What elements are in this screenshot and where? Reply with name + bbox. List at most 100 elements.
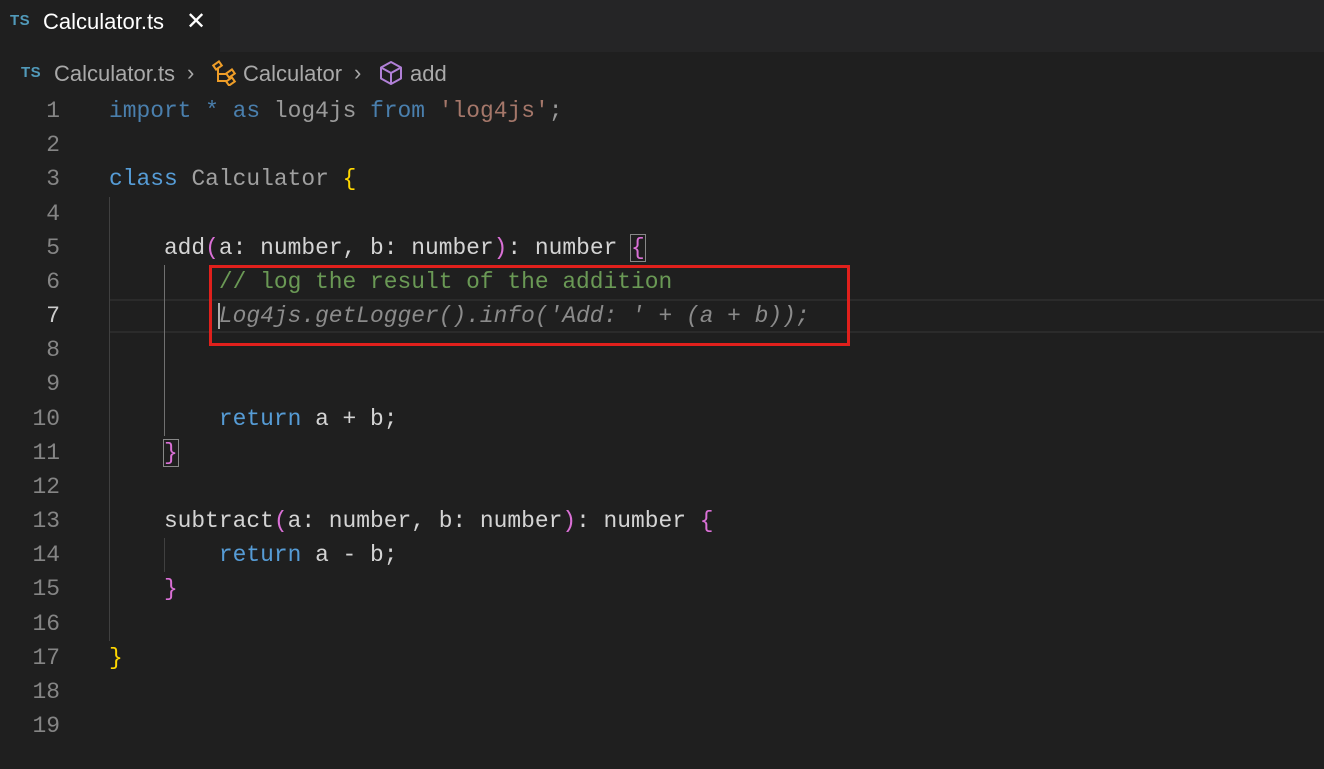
breadcrumb-item-method[interactable]: add (410, 61, 447, 87)
highlight-annotation-box (209, 265, 850, 346)
code-token: * (205, 98, 219, 124)
code-line[interactable]: 1 import * as log4js from 'log4js'; (0, 94, 1324, 128)
breadcrumb-separator: › (187, 60, 195, 85)
line-number: 4 (46, 200, 60, 227)
code-token: : number (507, 234, 632, 261)
line-number: 9 (46, 371, 60, 398)
code-token: subtract (109, 508, 274, 535)
code-token: { (699, 508, 714, 535)
typescript-file-icon: TS (21, 64, 42, 81)
line-number: 18 (32, 678, 60, 705)
code-editor[interactable]: 1 import * as log4js from 'log4js'; 2 3 clas… (0, 94, 1324, 769)
code-token: a + b; (301, 405, 398, 432)
code-token: 'log4js' (438, 98, 549, 124)
code-token: return (218, 405, 302, 432)
tab-calculator-ts[interactable]: TS Calculator.ts ✕ (0, 0, 220, 52)
line-number: 14 (32, 542, 60, 569)
code-token: a: number, b: number (218, 234, 494, 261)
code-token: a - b; (301, 542, 398, 569)
breadcrumb-item-file[interactable]: Calculator.ts (54, 61, 175, 87)
line-number: 6 (46, 268, 60, 295)
code-token: } (163, 576, 178, 603)
code-line[interactable]: 16 (0, 607, 1324, 641)
breadcrumb-separator: › (354, 60, 362, 85)
code-line[interactable]: 12 (0, 470, 1324, 504)
breadcrumb: TS Calculator.ts › Calculator › add (0, 52, 1324, 94)
code-token: return (218, 542, 302, 569)
code-line[interactable]: 3 class Calculator { (0, 162, 1324, 196)
code-text: subtract(a: number, b: number): number { (109, 504, 714, 538)
line-number: 12 (32, 473, 60, 500)
code-line[interactable]: 14 return a - b; (0, 538, 1324, 572)
line-number: 13 (32, 508, 60, 535)
tab-bar: TS Calculator.ts ✕ (0, 0, 1324, 52)
code-token: ( (273, 508, 288, 535)
tab-label: Calculator.ts (43, 9, 165, 34)
code-token: import (109, 98, 192, 124)
code-token: from (370, 98, 426, 124)
code-line[interactable]: 13 subtract(a: number, b: number): numbe… (0, 504, 1324, 538)
code-token: ; (548, 98, 563, 124)
code-token: add (109, 234, 206, 261)
line-number: 10 (32, 405, 60, 432)
typescript-file-icon: TS (10, 12, 31, 29)
code-line[interactable]: 19 (0, 709, 1324, 743)
line-number: 17 (32, 644, 60, 671)
indent-guide (164, 264, 165, 436)
line-number: 7 (46, 303, 60, 330)
method-symbol-icon (380, 61, 402, 85)
code-line[interactable]: 11 } (0, 436, 1324, 470)
code-line[interactable]: 17} (0, 641, 1324, 675)
code-line[interactable]: 10 return a + b; (0, 402, 1324, 436)
code-token: Calculator (191, 166, 329, 193)
code-text: return a + b; (109, 402, 398, 436)
code-text: import * as log4js from 'log4js'; (109, 94, 562, 128)
line-number: 3 (46, 166, 60, 193)
code-line[interactable]: 4 (0, 197, 1324, 231)
code-token: } (162, 438, 179, 467)
code-token: ( (205, 234, 219, 261)
code-line[interactable]: 18 (0, 675, 1324, 709)
code-token: { (342, 166, 357, 193)
line-number: 19 (32, 713, 60, 740)
code-token: ) (493, 234, 508, 261)
code-token: { (630, 233, 646, 262)
line-number: 5 (46, 234, 60, 261)
breadcrumb-item-class[interactable]: Calculator (243, 61, 342, 87)
line-number: 1 (46, 98, 60, 124)
code-text: } (109, 641, 123, 675)
code-token: } (109, 644, 123, 671)
line-number: 11 (32, 439, 60, 466)
code-token: a: number, b: number (287, 508, 563, 535)
class-symbol-icon (211, 60, 237, 86)
code-token: as (232, 98, 261, 124)
code-token: log4js (273, 98, 357, 124)
code-line[interactable]: 9 (0, 367, 1324, 401)
indent-guide (164, 538, 165, 573)
code-text: } (109, 436, 179, 470)
line-number: 2 (46, 132, 60, 159)
code-line[interactable]: 15 } (0, 572, 1324, 606)
code-line[interactable]: 2 (0, 128, 1324, 162)
code-text: return a - b; (109, 538, 398, 572)
line-number: 16 (32, 610, 60, 637)
indent-guide (109, 196, 110, 641)
code-text: } (109, 572, 178, 606)
line-number: 8 (46, 337, 60, 364)
code-text: class Calculator { (109, 162, 356, 196)
code-token: ) (562, 508, 577, 535)
code-line[interactable]: 5 add(a: number, b: number): number { (0, 231, 1324, 265)
line-number: 15 (32, 576, 60, 603)
code-text: add(a: number, b: number): number { (109, 231, 646, 265)
code-token: : number (576, 508, 700, 535)
close-icon[interactable]: ✕ (184, 8, 208, 36)
